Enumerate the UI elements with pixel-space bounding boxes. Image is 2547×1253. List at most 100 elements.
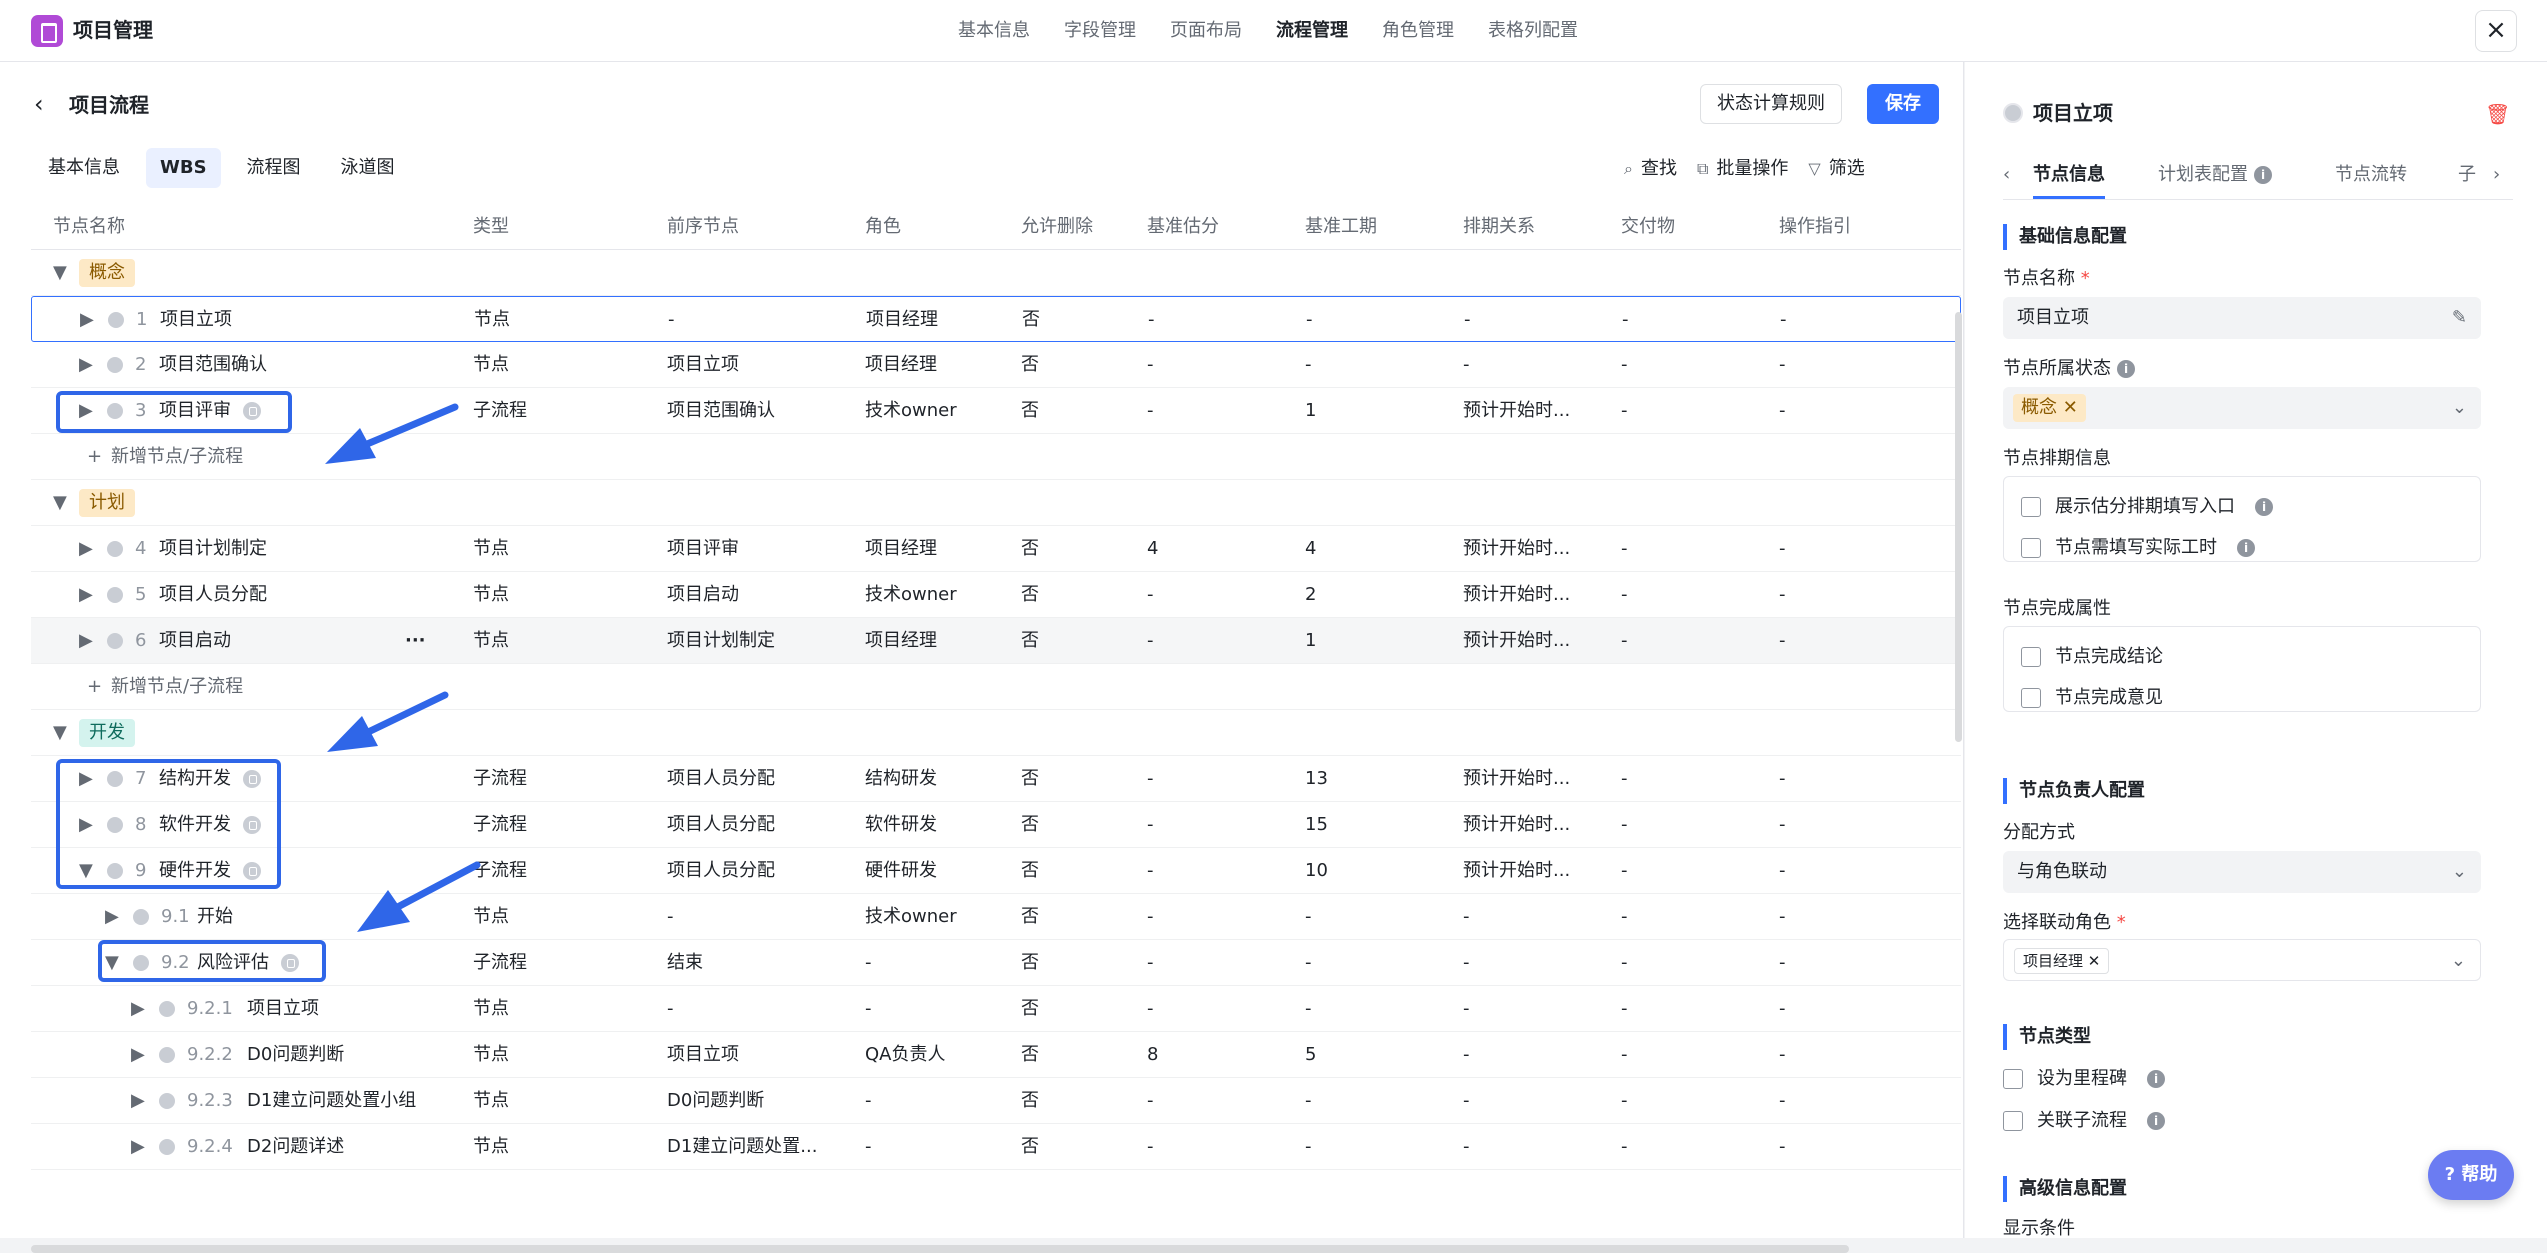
filter-button[interactable]: ▽ 筛选 [1808, 156, 1864, 182]
actual-hours-checkbox[interactable]: 节点需填写实际工时 i [2021, 535, 2255, 561]
chevron-down-icon[interactable]: ⌄ [2452, 851, 2467, 893]
expand-icon[interactable]: ▶ [79, 536, 93, 562]
table-row[interactable]: ▶ 9.2.2 D0问题判断 节点 项目立项 QA负责人 否 8 5 - - - [31, 1032, 1961, 1078]
expand-icon[interactable]: ▶ [131, 1088, 145, 1114]
done-conclusion-checkbox[interactable]: 节点完成结论 [2021, 644, 2163, 670]
expand-icon[interactable]: ▶ [105, 904, 119, 930]
node-name[interactable]: 开始 [197, 904, 233, 930]
help-button[interactable]: ? 帮助 [2428, 1150, 2514, 1200]
chevron-down-icon[interactable]: ⌄ [2452, 387, 2467, 429]
table-row[interactable]: ▶ 9.2.4 D2问题详述 节点 D1建立问题处置... - 否 - - - - - [31, 1124, 1961, 1170]
tab-node-flow[interactable]: 节点流转 [2335, 162, 2407, 188]
tab-wbs[interactable]: WBS [146, 148, 221, 188]
batch-button[interactable]: ⧉ 批量操作 [1697, 156, 1788, 182]
table-row[interactable]: ▼ 9 硬件开发 子流程 项目人员分配 硬件研发否 -10 预计开始时... - - [31, 848, 1961, 894]
tab-swimlane[interactable]: 泳道图 [327, 148, 409, 188]
more-icon[interactable]: ··· [405, 628, 426, 654]
save-button[interactable]: 保存 [1867, 84, 1939, 124]
node-name[interactable]: 项目人员分配 [159, 582, 267, 608]
expand-icon[interactable]: ▶ [79, 628, 93, 654]
col-header[interactable]: 操作指引 [1779, 214, 1851, 240]
cell-deliv: - [1621, 354, 1628, 375]
table-row[interactable]: ▶ 9.2.3 D1建立问题处置小组 节点 D0问题判断 - 否 - - - - - [31, 1078, 1961, 1124]
tab-basic-info[interactable]: 基本信息 [34, 148, 134, 188]
add-node-link[interactable]: 新增节点/子流程 [111, 674, 243, 700]
collapse-icon[interactable]: ▼ [53, 720, 67, 746]
table-row[interactable]: ▶ 2 项目范围确认 节点 项目立项 项目经理 否 - - - - - [31, 342, 1961, 388]
nav-flow-mgmt[interactable]: 流程管理 [1276, 18, 1348, 44]
table-row[interactable]: ▶ 9.2.1 项目立项 节点 - - 否 - - - - - [31, 986, 1961, 1032]
table-row[interactable]: ▶ 7 结构开发 子流程 项目人员分配 结构研发否 -13 预计开始时... - - [31, 756, 1961, 802]
table-row[interactable]: ▶ 4 项目计划制定 节点 项目评审 项目经理 否 4 4 预计开始时... - - [31, 526, 1961, 572]
node-name[interactable]: 项目计划制定 [159, 536, 267, 562]
col-header[interactable]: 允许删除 [1021, 214, 1093, 240]
expand-icon[interactable]: ▶ [79, 582, 93, 608]
back-icon[interactable]: ‹ [34, 92, 44, 116]
edit-icon[interactable]: ✎ [2452, 297, 2467, 339]
node-name[interactable]: 项目范围确认 [159, 352, 267, 378]
col-header[interactable]: 节点名称 [53, 214, 125, 240]
table-row[interactable]: ▶ 9.1 开始 节点 - 技术owner 否 - - - - - [31, 894, 1961, 940]
tab-sub[interactable]: 子 [2458, 162, 2476, 188]
node-name[interactable]: D0问题判断 [247, 1042, 344, 1068]
node-name[interactable]: D1建立问题处置小组 [247, 1088, 416, 1114]
add-node-link[interactable]: 新增节点/子流程 [111, 444, 243, 470]
col-header[interactable]: 交付物 [1621, 214, 1675, 240]
close-button[interactable]: × [2475, 10, 2517, 52]
done-attr-label: 节点完成属性 [2003, 598, 2111, 619]
node-name[interactable]: D2问题详述 [247, 1134, 344, 1160]
chevron-down-icon[interactable]: ⌄ [2451, 940, 2466, 982]
col-header[interactable]: 基准工期 [1305, 214, 1377, 240]
col-header[interactable]: 类型 [473, 214, 509, 240]
table-row[interactable]: ▶ 8 软件开发 子流程 项目人员分配 软件研发否 -15 预计开始时... - - [31, 802, 1961, 848]
horizontal-scrollbar[interactable] [31, 1245, 1849, 1253]
expand-icon[interactable]: ▶ [79, 352, 93, 378]
milestone-checkbox[interactable]: 设为里程碑 i [2003, 1066, 2165, 1092]
add-node-row[interactable]: + 新增节点/子流程 [31, 664, 1961, 710]
checkbox-icon[interactable] [2003, 1111, 2023, 1131]
cell-role: - [865, 952, 872, 973]
tab-node-info[interactable]: 节点信息 [2033, 162, 2105, 199]
table-row[interactable]: ▶ 6 项目启动 ··· 节点 项目计划制定 项目经理 否 - 1 预计开始时... - - [31, 618, 1961, 664]
find-button[interactable]: ⌕ 查找 [1624, 156, 1677, 182]
nav-basic-info[interactable]: 基本信息 [958, 18, 1030, 44]
checkbox-icon[interactable] [2021, 647, 2041, 667]
node-name-field[interactable]: 项目立项 ✎ [2003, 297, 2481, 339]
checkbox-icon[interactable] [2021, 538, 2041, 558]
collapse-icon[interactable]: ▼ [53, 490, 67, 516]
col-header[interactable]: 基准估分 [1147, 214, 1219, 240]
tab-next-icon[interactable]: › [2493, 162, 2500, 188]
col-header[interactable]: 角色 [865, 214, 901, 240]
node-name[interactable]: 项目立项 [160, 307, 232, 333]
node-name[interactable]: 项目启动 [159, 628, 231, 654]
node-name[interactable]: 项目立项 [247, 996, 319, 1022]
expand-icon[interactable]: ▶ [80, 307, 94, 333]
table-row[interactable]: ▶ 1 项目立项 节点 - 项目经理 否 - - - - - [31, 296, 1961, 342]
status-rule-button[interactable]: 状态计算规则 [1700, 84, 1842, 124]
tab-flowchart[interactable]: 流程图 [233, 148, 315, 188]
tab-plan-config[interactable]: 计划表配置 i [2158, 162, 2272, 188]
nav-table-col-config[interactable]: 表格列配置 [1488, 18, 1578, 44]
nav-page-layout[interactable]: 页面布局 [1170, 18, 1242, 44]
vertical-scrollbar[interactable] [1955, 312, 1962, 742]
expand-icon[interactable]: ▶ [131, 1042, 145, 1068]
show-estimate-checkbox[interactable]: 展示估分排期填写入口 i [2021, 494, 2273, 520]
col-header[interactable]: 排期关系 [1463, 214, 1535, 240]
collapse-icon[interactable]: ▼ [53, 260, 67, 286]
col-header[interactable]: 前序节点 [667, 214, 739, 240]
link-subflow-checkbox[interactable]: 关联子流程 i [2003, 1108, 2165, 1134]
assign-method-select[interactable]: 与角色联动 ⌄ [2003, 851, 2481, 893]
done-opinion-checkbox[interactable]: 节点完成意见 [2021, 685, 2163, 711]
nav-role-mgmt[interactable]: 角色管理 [1382, 18, 1454, 44]
checkbox-icon[interactable] [2021, 497, 2041, 517]
checkbox-icon[interactable] [2021, 688, 2041, 708]
delete-icon[interactable]: 🗑 [2485, 102, 2510, 126]
table-row[interactable]: ▶ 5 项目人员分配 节点 项目启动 技术owner 否 - 2 预计开始时... - - [31, 572, 1961, 618]
nav-field-mgmt[interactable]: 字段管理 [1064, 18, 1136, 44]
expand-icon[interactable]: ▶ [131, 1134, 145, 1160]
linked-role-select[interactable]: 项目经理 ✕ ⌄ [2003, 939, 2481, 981]
tab-prev-icon[interactable]: ‹ [2003, 162, 2010, 188]
checkbox-icon[interactable] [2003, 1069, 2023, 1089]
node-state-select[interactable]: 概念 ✕ ⌄ [2003, 387, 2481, 429]
expand-icon[interactable]: ▶ [131, 996, 145, 1022]
